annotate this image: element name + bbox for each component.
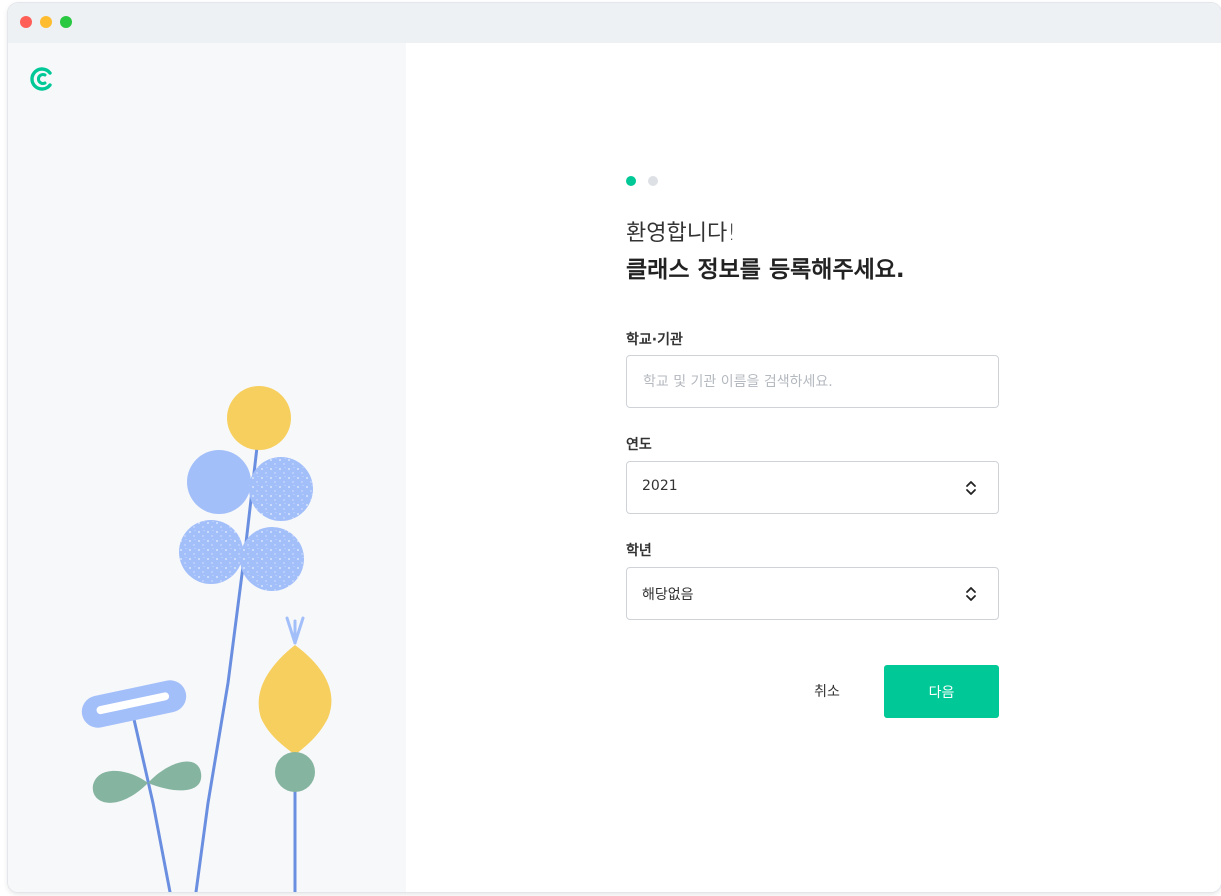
yellow-bud xyxy=(258,645,332,755)
classting-logo-icon[interactable] xyxy=(28,65,56,93)
chevron-up-down-icon xyxy=(966,481,976,495)
year-label: 연도 xyxy=(626,437,652,453)
step-dot-active xyxy=(626,176,636,186)
minimize-window-button[interactable] xyxy=(40,16,52,28)
close-window-button[interactable] xyxy=(20,16,32,28)
school-label: 학교·기관 xyxy=(626,332,683,348)
maximize-window-button[interactable] xyxy=(60,16,72,28)
cancel-button[interactable]: 취소 xyxy=(796,665,858,717)
grade-select-value: 해당없음 xyxy=(642,587,694,603)
illustration-panel xyxy=(8,43,406,892)
grade-label: 학년 xyxy=(626,543,652,559)
year-select[interactable]: 2021 xyxy=(626,461,999,514)
yellow-bloom xyxy=(227,386,291,450)
school-search-input[interactable] xyxy=(627,356,998,407)
year-select-value: 2021 xyxy=(642,478,678,494)
next-button[interactable]: 다음 xyxy=(884,665,999,718)
school-search-field[interactable] xyxy=(626,355,999,408)
page-title: 클래스 정보를 등록해주세요. xyxy=(626,257,905,283)
grade-select[interactable]: 해당없음 xyxy=(626,567,999,620)
form-panel: 환영합니다! 클래스 정보를 등록해주세요. 학교·기관 연도 2021 학년 … xyxy=(406,43,1221,892)
window-titlebar xyxy=(8,3,1221,43)
flower-illustration xyxy=(81,386,332,892)
welcome-text: 환영합니다! xyxy=(626,221,737,246)
chevron-up-down-icon xyxy=(966,587,976,601)
app-window: 환영합니다! 클래스 정보를 등록해주세요. 학교·기관 연도 2021 학년 … xyxy=(8,3,1221,892)
step-dot-inactive xyxy=(648,176,658,186)
